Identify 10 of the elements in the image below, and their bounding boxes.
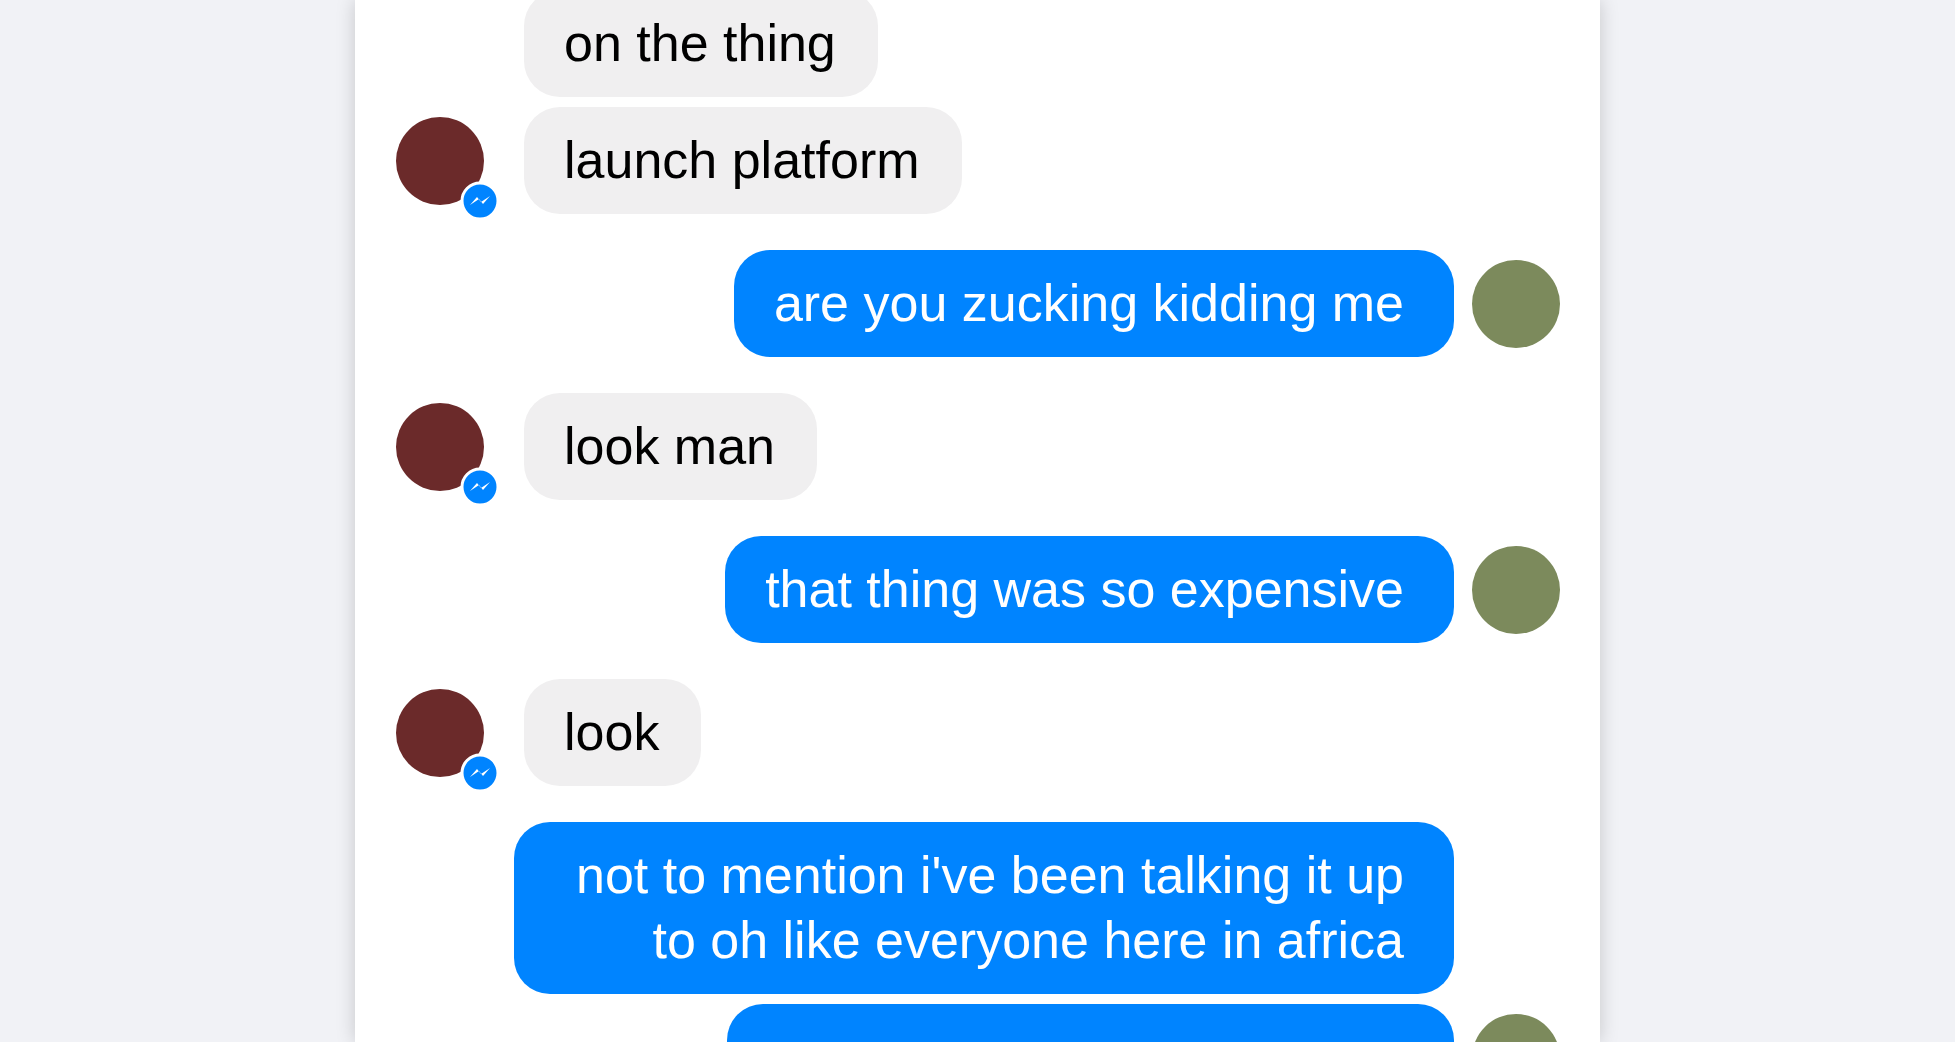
message-bubble: not to mention i've been talking it up to oh like everyone here in africa <box>514 822 1454 994</box>
message-bubble: look <box>524 679 702 786</box>
message-bubble: look man <box>524 393 817 500</box>
message-bubble: on the thing <box>524 0 878 97</box>
message-bubble: that thing was so expensive <box>725 536 1454 643</box>
bolt-badge-icon <box>460 466 500 507</box>
bolt-badge-icon <box>460 752 500 793</box>
message-bubble: launch platform <box>524 107 962 214</box>
bolt-badge-icon <box>460 180 500 221</box>
message-bubble: are you zucking kidding me <box>733 250 1454 357</box>
